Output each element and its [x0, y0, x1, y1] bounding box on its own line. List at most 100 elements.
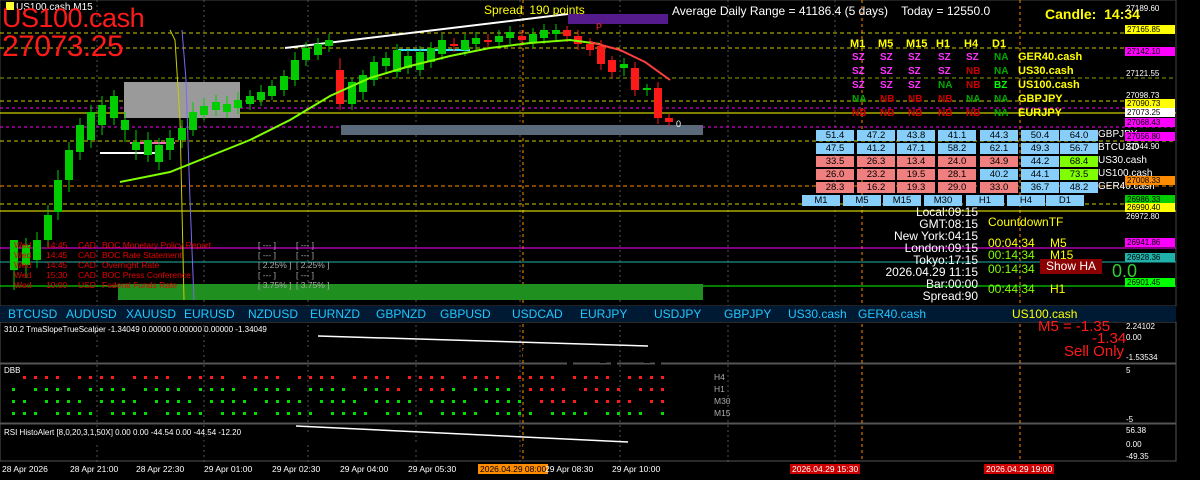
- price-tick-5: 27090.73: [1125, 99, 1175, 108]
- ind3-axis-2: -49.35: [1126, 452, 1149, 461]
- symbol-tab-13[interactable]: GER40.cash: [858, 307, 926, 321]
- candle-body: [597, 46, 605, 64]
- ind3-bar: [446, 445, 452, 447]
- dbb-dot: [562, 400, 565, 403]
- ind3-bar: [358, 445, 364, 450]
- dbb-dot: [617, 400, 620, 403]
- price-label: 27073.25: [2, 30, 124, 63]
- strength-cell: 19.5: [897, 169, 935, 180]
- candle-body: [121, 120, 129, 130]
- chart-window[interactable]: { "window_title": "US100.cash,M15", "sym…: [0, 0, 1200, 480]
- candle-body: [76, 125, 84, 152]
- symbol-tab-3[interactable]: EURUSD: [184, 307, 235, 321]
- news-p: [ --- ]: [296, 240, 314, 250]
- dbb-dot: [408, 376, 411, 379]
- dbb-dot: [584, 376, 587, 379]
- dbb-dot: [661, 388, 664, 391]
- dbb-dot: [67, 412, 70, 415]
- symbol-tab-12[interactable]: US30.cash: [788, 307, 847, 321]
- ind3-bar: [259, 428, 265, 445]
- strength-cell: 24.0: [938, 156, 976, 167]
- ind1-bar: [490, 349, 496, 351]
- dbb-dot: [639, 412, 642, 415]
- ind1-bar: [600, 349, 606, 363]
- dbb-dot: [639, 376, 642, 379]
- symbol-tab-11[interactable]: GBPJPY: [724, 307, 771, 321]
- ind3-bar: [281, 438, 287, 445]
- dbb-dot: [23, 376, 26, 379]
- ind1-bar: [534, 349, 540, 351]
- news-day: Wed: [14, 270, 32, 280]
- ind1-bar: [336, 349, 342, 352]
- dbb-dot: [100, 400, 103, 403]
- ind1-bar: [83, 349, 89, 362]
- symbol-tab-4[interactable]: NZDUSD: [248, 307, 298, 321]
- ind3-bar: [204, 441, 210, 445]
- ind3-bar: [435, 445, 441, 453]
- symbol-tab-0[interactable]: BTCUSD: [8, 307, 57, 321]
- candle-body: [178, 128, 186, 140]
- ind1-bar: [259, 337, 265, 349]
- dbb-dot: [452, 400, 455, 403]
- symbol-tab-2[interactable]: XAUUSD: [126, 307, 176, 321]
- symbol-tab-7[interactable]: GBPUSD: [440, 307, 491, 321]
- dbb-dot: [34, 376, 37, 379]
- ind3-bar: [336, 445, 342, 447]
- symbol-tab-6[interactable]: GBPNZD: [376, 307, 426, 321]
- ind3-bar: [138, 441, 144, 445]
- dbb-dot: [287, 400, 290, 403]
- strength-tf-D1: D1: [1046, 195, 1084, 206]
- ind1-bar: [578, 349, 584, 359]
- dbb-dot: [155, 388, 158, 391]
- dbb-dot: [78, 376, 81, 379]
- ind1-bar: [424, 349, 430, 355]
- strength-cell: 49.3: [1021, 143, 1059, 154]
- dbb-dot: [56, 376, 59, 379]
- trend-cell: NA: [852, 94, 867, 105]
- trend-cell: NB: [966, 66, 981, 77]
- ind3-bar: [215, 438, 221, 445]
- dbb-dot: [155, 376, 158, 379]
- ind1-bar: [369, 349, 375, 353]
- ind3-bar: [490, 445, 496, 453]
- symbol-tab-1[interactable]: AUDUSD: [66, 307, 117, 321]
- price-tick-1: 27165.85: [1125, 25, 1175, 34]
- dbb-dot: [496, 376, 499, 379]
- show-ha-button[interactable]: Show HA: [1040, 259, 1102, 274]
- strength-cell: 40.2: [980, 169, 1018, 180]
- ind1-bar: [6, 349, 12, 353]
- candle-body: [234, 100, 242, 108]
- candle-body: [291, 60, 299, 80]
- symbol-tab-5[interactable]: EURNZD: [310, 307, 360, 321]
- ind1-bar: [644, 349, 650, 363]
- ind1-bar: [446, 349, 452, 351]
- strength-cell: 64.0: [1060, 130, 1098, 141]
- dbb-dot: [419, 376, 422, 379]
- time-tick-2: 28 Apr 22:30: [136, 464, 185, 474]
- symbol-tab-10[interactable]: USDJPY: [654, 307, 701, 321]
- ind1-bar: [138, 349, 144, 353]
- dbb-dot: [386, 400, 389, 403]
- price-tick-9: 27044.90: [1126, 142, 1160, 151]
- dbb-dot: [386, 412, 389, 415]
- ind3-bar: [523, 445, 529, 450]
- symbol-tab-8[interactable]: USDCAD: [512, 307, 563, 321]
- news-cur: CAD: [78, 250, 96, 260]
- dbb-dot: [397, 388, 400, 391]
- dbb-tf-M30: M30: [714, 396, 731, 406]
- dbb-dot: [232, 412, 235, 415]
- dbb-dot: [606, 412, 609, 415]
- symbol-tab-9[interactable]: EURJPY: [580, 307, 627, 321]
- price-tick-2: 27142.10: [1125, 47, 1175, 56]
- news-f: [ 3.75% ]: [258, 280, 292, 290]
- ind1-trendline: [317, 335, 649, 347]
- news-cur: CAD: [78, 240, 96, 250]
- dbb-dot: [496, 412, 499, 415]
- time-tick-5: 29 Apr 04:00: [340, 464, 389, 474]
- trend-cell: NA: [938, 80, 953, 91]
- dbb-dot: [320, 400, 323, 403]
- time-tick-0: 28 Apr 2026: [2, 464, 48, 474]
- ind3-bar: [226, 436, 232, 445]
- ind1-bar: [50, 349, 56, 353]
- dbb-dot: [584, 388, 587, 391]
